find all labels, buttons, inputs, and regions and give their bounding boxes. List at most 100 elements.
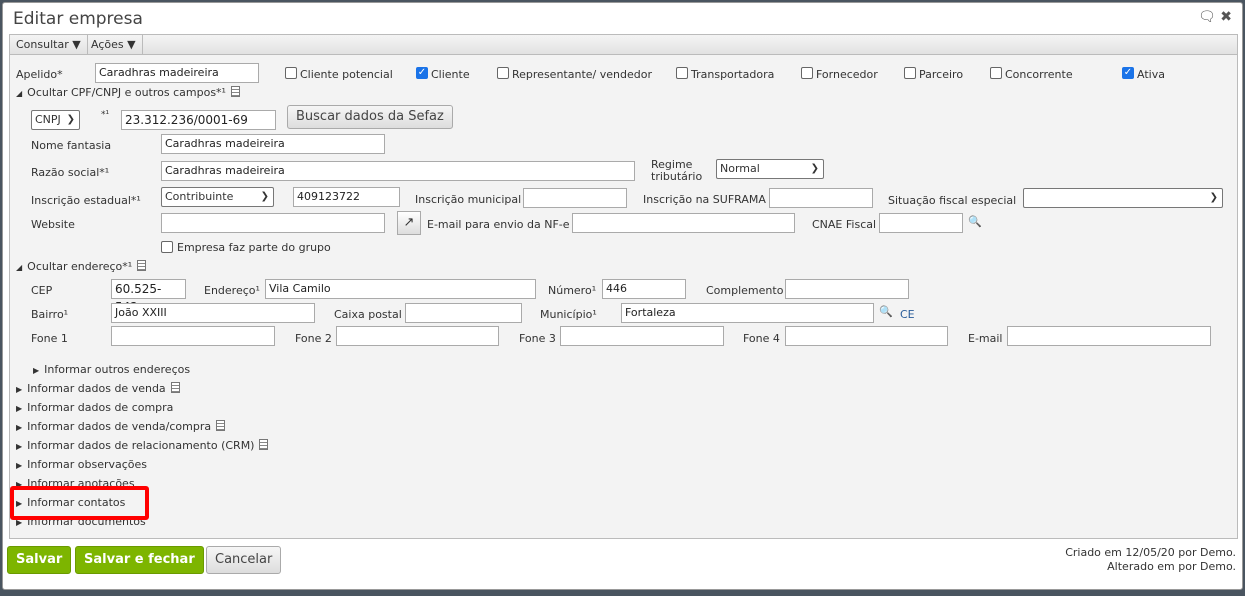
- chat-icon[interactable]: 🗨: [1198, 9, 1216, 25]
- cep-label: CEP: [31, 284, 53, 297]
- section-toggle[interactable]: ▶ Informar dados de compra: [16, 401, 173, 414]
- numero-label: Número¹: [548, 284, 597, 297]
- apelido-input[interactable]: Caradhras madeireira: [95, 63, 259, 83]
- required-mark: *¹: [101, 110, 110, 120]
- fone4-input[interactable]: [785, 326, 948, 346]
- chevron-down-icon: ❯: [260, 191, 269, 202]
- caixa-postal-input[interactable]: [405, 303, 522, 323]
- email-nfe-input[interactable]: [572, 213, 795, 233]
- numero-input[interactable]: 446: [602, 279, 686, 299]
- section-toggle[interactable]: ▶ Informar dados de venda/compra: [16, 420, 226, 433]
- section-toggle[interactable]: ▶ Informar dados de venda: [16, 382, 180, 395]
- checkbox-label: Representante/ vendedor: [512, 68, 652, 81]
- im-input[interactable]: [523, 188, 627, 208]
- fone4-label: Fone 4: [743, 332, 780, 345]
- checkbox-fornecedor[interactable]: [801, 67, 813, 79]
- expand-icon: ▶: [33, 366, 40, 375]
- cnae-label: CNAE Fiscal: [812, 218, 877, 231]
- cep-input[interactable]: 60.525-542: [111, 279, 186, 314]
- bairro-input[interactable]: João XXIII: [111, 303, 315, 323]
- ie-input[interactable]: 409123722: [293, 187, 400, 207]
- website-label: Website: [31, 218, 75, 231]
- cnpj-input[interactable]: 23.312.236/0001-69: [121, 110, 276, 130]
- checkbox-representante-vendedor[interactable]: [497, 67, 509, 79]
- bairro-label: Bairro¹: [31, 308, 69, 321]
- website-input[interactable]: [161, 213, 385, 233]
- open-link-icon[interactable]: ↗: [397, 211, 421, 235]
- search-icon[interactable]: 🔍: [879, 305, 893, 318]
- toggle-endereco-section[interactable]: ◢ Ocultar endereço*¹: [16, 260, 147, 273]
- razao-social-input[interactable]: Caradhras madeireira: [161, 161, 635, 181]
- suframa-input[interactable]: [769, 188, 873, 208]
- checkbox-cliente[interactable]: ✓: [416, 67, 428, 79]
- ie-type-select[interactable]: Contribuinte ❯: [161, 187, 274, 207]
- suframa-label: Inscrição na SUFRAMA: [643, 193, 766, 206]
- checkbox-cliente-potencial[interactable]: [285, 67, 297, 79]
- dialog-title: Editar empresa: [13, 9, 143, 29]
- fone1-input[interactable]: [111, 326, 275, 346]
- consultar-menu[interactable]: Consultar ▼: [10, 35, 88, 54]
- salvar-fechar-button[interactable]: Salvar e fechar: [75, 546, 204, 574]
- document-icon: [259, 439, 269, 450]
- search-icon[interactable]: 🔍: [968, 215, 982, 228]
- checkbox-parceiro[interactable]: [904, 67, 916, 79]
- endereco-label: Endereço¹: [204, 284, 260, 297]
- document-icon: [137, 260, 147, 271]
- nome-fantasia-input[interactable]: Caradhras madeireira: [161, 134, 385, 154]
- checkbox-label: Cliente: [431, 68, 470, 81]
- fone2-label: Fone 2: [295, 332, 332, 345]
- dropdown-icon: ▼: [127, 38, 136, 51]
- document-icon: [230, 86, 240, 97]
- section-toggle[interactable]: ▶ Informar dados de relacionamento (CRM): [16, 439, 269, 452]
- document-icon: [216, 420, 226, 431]
- expand-icon: ▶: [16, 423, 23, 432]
- cancelar-button[interactable]: Cancelar: [206, 546, 282, 574]
- chevron-down-icon: ❯: [66, 114, 75, 125]
- ie-label: Inscrição estadual*¹: [31, 194, 141, 207]
- expand-icon: ▶: [16, 385, 23, 394]
- collapse-icon: ◢: [16, 263, 23, 272]
- document-icon: [170, 382, 180, 393]
- situacao-fiscal-select[interactable]: ❯: [1023, 188, 1223, 208]
- regime-label: Regime tributário: [651, 158, 703, 183]
- checkbox-concorrente[interactable]: [990, 67, 1002, 79]
- acoes-menu[interactable]: Ações ▼: [85, 35, 143, 54]
- uf-label: CE: [900, 308, 915, 321]
- edit-company-dialog: Editar empresa 🗨 ✖ Consultar ▼ Ações ▼ A…: [2, 2, 1243, 590]
- cnae-input[interactable]: [879, 213, 963, 233]
- collapse-icon: ◢: [16, 89, 23, 98]
- municipio-label: Município¹: [540, 308, 597, 321]
- fone3-input[interactable]: [560, 326, 724, 346]
- regime-select[interactable]: Normal ❯: [716, 159, 824, 179]
- municipio-input[interactable]: Fortaleza: [621, 303, 874, 323]
- situacao-fiscal-label: Situação fiscal especial: [888, 194, 1017, 207]
- salvar-button[interactable]: Salvar: [7, 546, 72, 574]
- chevron-down-icon: ❯: [810, 163, 819, 174]
- email-input[interactable]: [1007, 326, 1211, 346]
- complemento-input[interactable]: [785, 279, 909, 299]
- checkbox-label: Concorrente: [1005, 68, 1073, 81]
- highlight-box: [10, 486, 149, 520]
- chevron-down-icon: ❯: [1209, 192, 1218, 203]
- endereco-input[interactable]: Vila Camilo: [265, 279, 536, 299]
- section-toggle[interactable]: ▶ Informar observações: [16, 458, 147, 471]
- complemento-label: Complemento: [706, 284, 784, 297]
- checkbox-label: Ativa: [1137, 68, 1165, 81]
- toggle-cpf-section[interactable]: ◢ Ocultar CPF/CNPJ e outros campos*¹: [16, 86, 240, 99]
- fone1-label: Fone 1: [31, 332, 68, 345]
- grupo-checkbox[interactable]: [161, 241, 173, 253]
- audit-info: Criado em 12/05/20 por Demo. Alterado em …: [1065, 546, 1236, 573]
- close-icon[interactable]: ✖: [1220, 9, 1232, 25]
- expand-icon: ▶: [16, 404, 23, 413]
- nome-fantasia-label: Nome fantasia: [31, 139, 112, 152]
- fone2-input[interactable]: [336, 326, 499, 346]
- razao-social-label: Razão social*¹: [31, 166, 110, 179]
- email-nfe-label: E-mail para envio da NF-e: [427, 218, 570, 231]
- outros-enderecos-toggle[interactable]: ▶ Informar outros endereços: [33, 363, 190, 376]
- doc-type-select[interactable]: CNPJ ❯: [31, 110, 80, 130]
- checkbox-ativa[interactable]: ✓: [1122, 67, 1134, 79]
- email-label: E-mail: [968, 332, 1003, 345]
- checkbox-transportadora[interactable]: [676, 67, 688, 79]
- buscar-sefaz-button[interactable]: Buscar dados da Sefaz: [287, 105, 453, 129]
- toolbar: Consultar ▼ Ações ▼: [9, 34, 1238, 55]
